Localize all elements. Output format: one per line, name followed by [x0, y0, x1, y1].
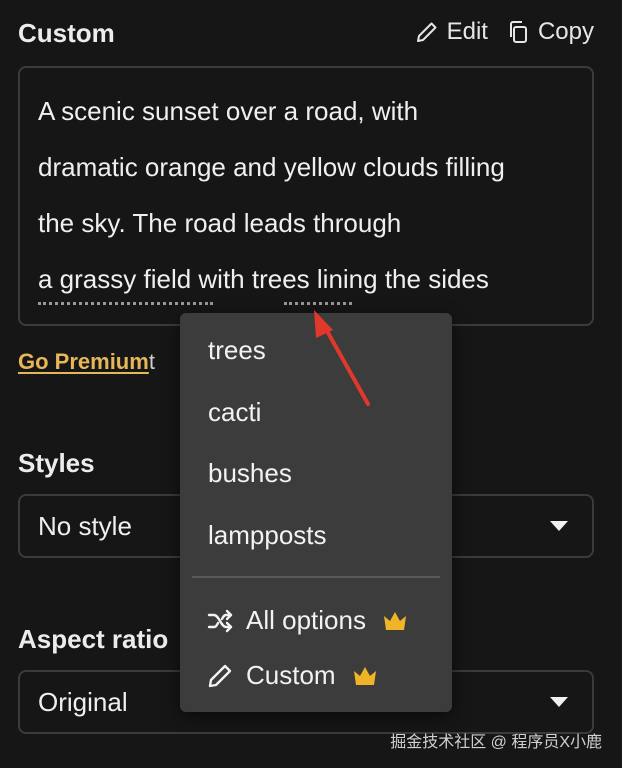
edit-button[interactable]: Edit [415, 18, 488, 46]
premium-note-text: t [148, 349, 155, 374]
copy-label: Copy [537, 18, 594, 45]
aspect-ratio-selected-value: Original [38, 686, 128, 717]
grassy-field-dotted-underline[interactable] [38, 302, 213, 305]
edit-label: Edit [446, 18, 488, 45]
pencil-icon [208, 664, 232, 687]
premium-note: Go Premiumt [18, 349, 155, 375]
styles-selected-value: No style [38, 510, 132, 541]
copy-icon [509, 21, 527, 43]
menu-divider [192, 576, 440, 578]
prompt-textarea[interactable]: A scenic sunset over a road, with dramat… [18, 66, 594, 326]
word-suggestion-menu: trees cacti bushes lampposts All options… [180, 313, 452, 712]
header-actions: Edit Copy [415, 18, 594, 46]
aspect-ratio-label: Aspect ratio [18, 624, 169, 654]
prompt-line-3: the sky. The road leads through [38, 208, 402, 238]
trees-dotted-underline[interactable] [284, 302, 352, 305]
watermark: 掘金技术社区 @ 程序员X小鹿 [390, 734, 602, 751]
prompt-line-4: a grassy field with trees lining the sid… [38, 264, 489, 294]
prompt-line-1: A scenic sunset over a road, with [38, 96, 419, 126]
menu-item-lampposts[interactable]: lampposts [208, 520, 327, 551]
pencil-icon [416, 22, 437, 42]
custom-option-label: Custom [246, 660, 336, 690]
menu-item-bushes[interactable]: bushes [208, 458, 292, 489]
chevron-down-icon [550, 697, 568, 707]
prompt-line-2: dramatic orange and yellow clouds fillin… [38, 152, 505, 182]
menu-item-trees[interactable]: trees [208, 335, 266, 366]
custom-option-button[interactable]: Custom [206, 660, 378, 691]
page-title: Custom [18, 18, 115, 48]
crown-icon [383, 611, 406, 630]
all-options-label: All options [246, 605, 366, 635]
crown-icon [353, 666, 376, 685]
chevron-down-icon [550, 521, 568, 531]
shuffle-icon [207, 609, 233, 632]
go-premium-link[interactable]: Go Premium [18, 349, 149, 374]
styles-label: Styles [18, 448, 95, 478]
copy-button[interactable]: Copy [506, 18, 594, 46]
menu-item-cacti[interactable]: cacti [208, 397, 261, 428]
all-options-button[interactable]: All options [206, 605, 408, 636]
